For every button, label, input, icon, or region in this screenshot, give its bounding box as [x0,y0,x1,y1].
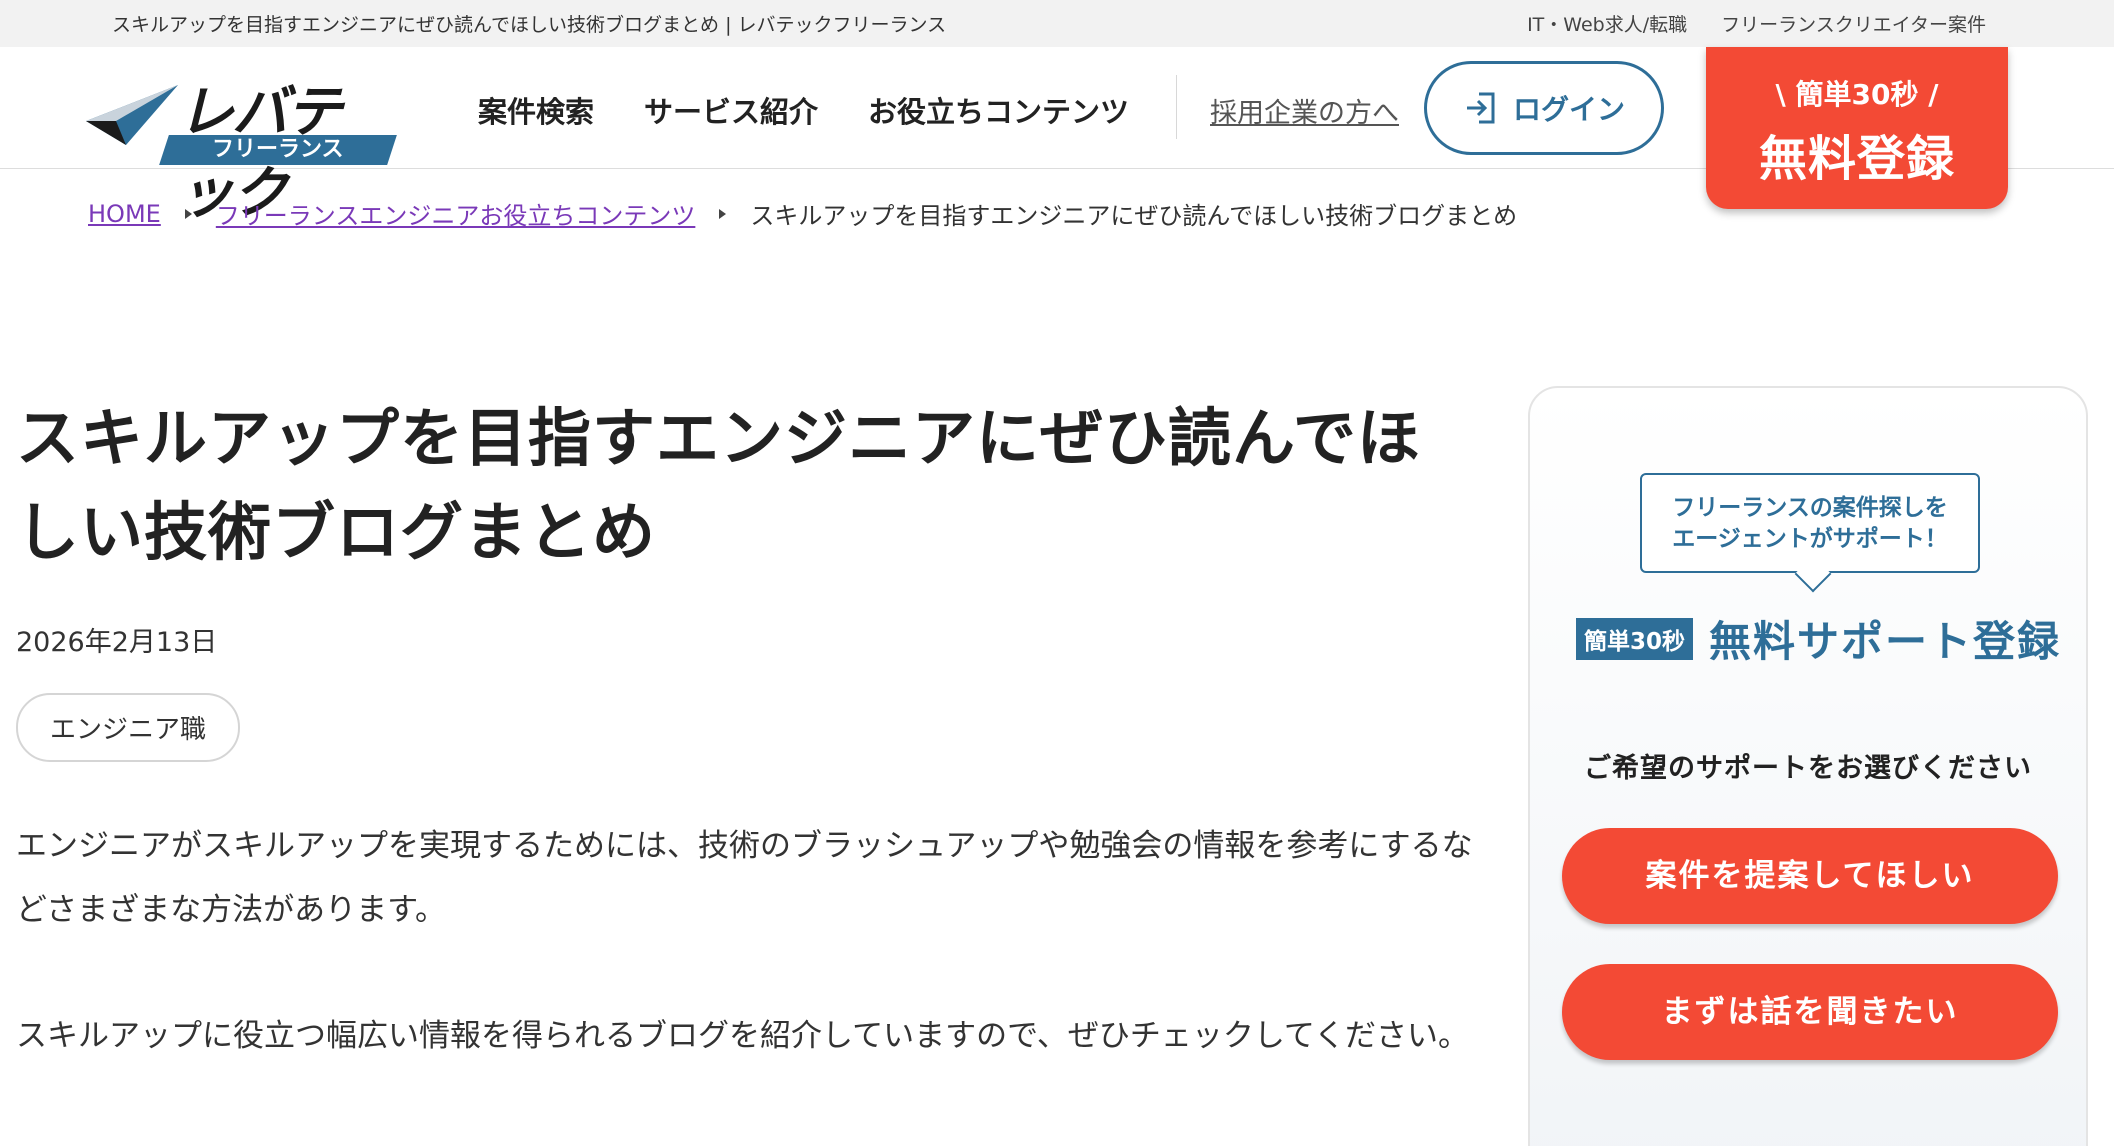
breadcrumb-home[interactable]: HOME [88,200,161,228]
login-icon [1466,92,1495,124]
article-paragraph: エンジニアがスキルアップを実現するためには、技術のブラッシュアップや勉強会の情報… [16,828,1473,928]
support-badge: 簡単30秒 [1576,617,1694,660]
login-button[interactable]: ログイン [1424,61,1664,155]
article: スキルアップを目指すエンジニアにぜひ読んでほしい技術ブログまとめ 2026年2月… [16,392,1476,1068]
register-small-text: \ 簡単30秒 / [1775,78,1939,111]
support-title: 無料サポート登録 [1709,617,2062,666]
support-choose-text: ご希望のサポートをお選びください [1584,753,2032,784]
nav-service-intro[interactable]: サービス紹介 [644,89,818,131]
propose-jobs-button[interactable]: 案件を提案してほしい [1562,828,2058,924]
category-tag[interactable]: エンジニア職 [16,693,241,762]
logo-mark-icon [86,85,178,145]
article-paragraph: スキルアップに役立つ幅広い情報を得られるブログを紹介していますので、ぜひチェック… [16,1018,1469,1054]
logo-sub-badge: フリーランス [159,135,397,165]
speech-line-1: フリーランスの案件探しを [1672,495,1948,521]
breadcrumb-current: スキルアップを目指すエンジニアにぜひ読んでほしい技術ブログまとめ [750,202,1518,230]
speech-line-2: エージェントがサポート！ [1672,526,1948,552]
breadcrumb-arrow-icon [719,208,727,219]
consult-first-button[interactable]: まずは話を聞きたい [1562,964,2058,1060]
register-big-text: 無料登録 [1758,131,1955,187]
site-description: スキルアップを目指すエンジニアにぜひ読んでほしい技術ブログまとめ | レバテック… [112,14,947,36]
employer-link[interactable]: 採用企業の方へ [1210,91,1399,130]
breadcrumb: HOME フリーランスエンジニアお役立ちコンテンツ スキルアップを目指すエンジニ… [88,196,1517,231]
top-bar: スキルアップを目指すエンジニアにぜひ読んでほしい技術ブログまとめ | レバテック… [0,0,2114,47]
main-nav: 案件検索 サービス紹介 お役立ちコンテンツ [478,89,1129,131]
post-date: 2026年2月13日 [16,627,218,658]
logo-sub-text: フリーランス [212,137,344,162]
top-links: IT・Web求人/転職 フリーランスクリエイター案件 [1527,10,1986,37]
top-link-creator-jobs[interactable]: フリーランスクリエイター案件 [1721,10,1986,37]
support-heading: 簡単30秒 無料サポート登録 [1576,608,2061,669]
top-link-it-web-jobs[interactable]: IT・Web求人/転職 [1527,10,1687,37]
speech-tail [1794,555,1832,593]
breadcrumb-arrow-icon [184,208,192,219]
support-sidebar: フリーランスの案件探しを エージェントがサポート！ 簡単30秒 無料サポート登録… [1528,386,2088,1146]
free-register-button[interactable]: \ 簡単30秒 / 無料登録 [1706,47,2008,209]
login-label: ログイン [1512,93,1625,126]
page-title: スキルアップを目指すエンジニアにぜひ読んでほしい技術ブログまとめ [16,402,1421,569]
nav-useful-content[interactable]: お役立ちコンテンツ [868,89,1129,131]
breadcrumb-useful-content[interactable]: フリーランスエンジニアお役立ちコンテンツ [216,196,696,231]
nav-job-search[interactable]: 案件検索 [478,89,594,131]
site-logo[interactable]: レバテック フリーランス [86,67,397,226]
speech-bubble: フリーランスの案件探しを エージェントがサポート！ [1640,473,1980,593]
nav-divider [1176,75,1177,139]
